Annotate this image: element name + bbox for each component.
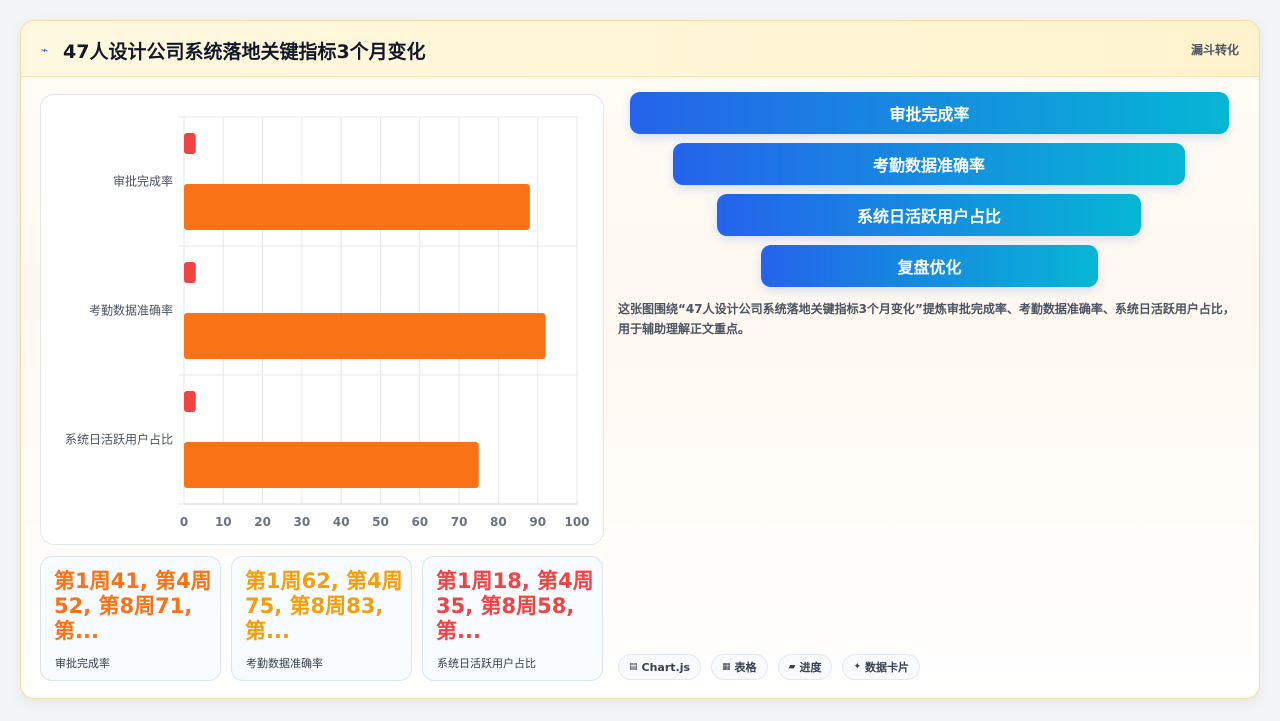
x-tick-label: 70: [451, 515, 468, 529]
chip-label: 数据卡片: [865, 661, 910, 674]
kpi-card-attendance: 第1周62, 第4周75, 第8周83, 第... 考勤数据准确率: [231, 556, 412, 681]
kpi-label: 考勤数据准确率: [246, 657, 323, 670]
chart-description: 这张图围绕“47人设计公司系统落地关键指标3个月变化”提炼审批完成率、考勤数据准…: [618, 302, 1235, 336]
x-tick-label: 10: [215, 515, 232, 529]
kpi-card-dau: 第1周18, 第4周35, 第8周58, 第... 系统日活跃用户占比: [422, 556, 603, 681]
chart-panel: 0 10 20 30 40 50 60 70 80 90 100 审批完成率考勤数据准确率系统日活跃用…: [40, 94, 604, 545]
x-tick-label: 100: [564, 515, 589, 529]
sparkle-icon: ✦: [853, 662, 862, 672]
bar-series-2: [184, 313, 546, 359]
kpi-label: 系统日活跃用户占比: [437, 657, 536, 670]
kpi-value: 第1周41, 第4周52, 第8周71, 第...: [54, 569, 212, 643]
progress-icon: ▰: [788, 662, 796, 672]
tag-chips: ▤ Chart.js ▦ 表格 ▰ 进度 ✦ 数据卡片: [618, 654, 921, 680]
x-tick-label: 50: [372, 515, 389, 529]
category-label: 考勤数据准确率: [89, 303, 173, 318]
page-title: 47人设计公司系统落地关键指标3个月变化: [63, 41, 426, 63]
chart-icon: ▤: [629, 662, 638, 672]
chip-label: 进度: [799, 661, 822, 674]
bar-series-2: [184, 184, 530, 230]
category-label: 系统日活跃用户占比: [65, 432, 173, 447]
kpi-value: 第1周62, 第4周75, 第8周83, 第...: [245, 569, 403, 643]
chip-table[interactable]: ▦ 表格: [711, 654, 768, 680]
x-tick-label: 40: [333, 515, 350, 529]
funnel-step-3[interactable]: 系统日活跃用户占比: [717, 194, 1141, 236]
chip-label: 表格: [734, 661, 757, 674]
chip-label: Chart.js: [641, 660, 691, 674]
trend-icon: ⌁: [41, 43, 49, 57]
funnel-step-1[interactable]: 审批完成率: [630, 92, 1229, 134]
funnel-step-2[interactable]: 考勤数据准确率: [673, 143, 1185, 185]
x-tick-label: 90: [529, 515, 546, 529]
bar-chart: 0 10 20 30 40 50 60 70 80 90 100 审批完成率考勤数据准确率系统日活跃用…: [65, 116, 590, 529]
kpi-value: 第1周18, 第4周35, 第8周58, 第...: [436, 569, 594, 643]
header-tag: 漏斗转化: [1190, 43, 1239, 57]
category-label: 审批完成率: [113, 174, 173, 189]
chip-data-card[interactable]: ✦ 数据卡片: [842, 654, 921, 680]
x-tick-label: 20: [254, 515, 271, 529]
x-tick-label: 0: [180, 515, 188, 529]
x-tick-label: 80: [490, 515, 507, 529]
bar-series-1: [184, 262, 196, 283]
funnel-step-4[interactable]: 复盘优化: [761, 245, 1098, 287]
header: ⌁ 47人设计公司系统落地关键指标3个月变化 漏斗转化: [21, 21, 1259, 77]
table-icon: ▦: [722, 662, 731, 672]
kpi-label: 审批完成率: [55, 657, 110, 670]
kpi-card-approval: 第1周41, 第4周52, 第8周71, 第... 审批完成率: [40, 556, 221, 681]
x-tick-label: 30: [294, 515, 311, 529]
chip-chartjs[interactable]: ▤ Chart.js: [618, 654, 702, 680]
chip-progress[interactable]: ▰ 进度: [777, 654, 833, 680]
bar-series-1: [184, 133, 196, 154]
x-tick-label: 60: [411, 515, 428, 529]
bar-series-2: [184, 442, 479, 488]
bar-series-1: [184, 391, 196, 412]
main-card: ⌁ 47人设计公司系统落地关键指标3个月变化 漏斗转化 0 10 20 30 40 50 6…: [20, 20, 1260, 699]
